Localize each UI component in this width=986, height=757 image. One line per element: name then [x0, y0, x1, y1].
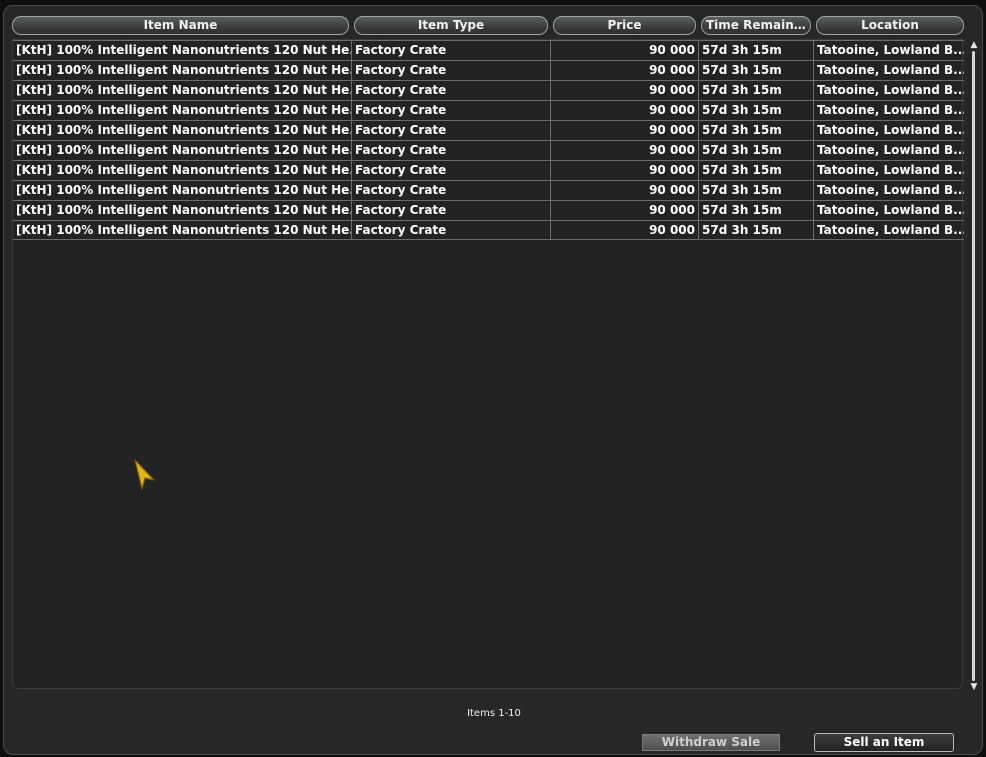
column-header-price[interactable]: Price — [553, 16, 696, 35]
cell-time-remaining: 57d 3h 15m — [699, 41, 814, 60]
table-row[interactable]: [KtH] 100% Intelligent Nanonutrients 120… — [13, 100, 964, 120]
scroll-down-arrow-icon[interactable]: ▼ — [968, 682, 980, 692]
table-row[interactable]: [KtH] 100% Intelligent Nanonutrients 120… — [13, 160, 964, 180]
sell-item-button[interactable]: Sell an Item — [814, 733, 954, 752]
items-count-label: Items 1-10 — [467, 708, 521, 719]
cell-item-type: Factory Crate — [352, 221, 551, 240]
cell-item-type: Factory Crate — [352, 161, 551, 180]
scroll-up-arrow-icon[interactable]: ▲ — [968, 40, 980, 50]
cell-location: Tatooine, Lowland B... — [817, 123, 964, 137]
cell-location: Tatooine, Lowland B... — [817, 203, 964, 217]
cell-time-remaining: 57d 3h 15m — [699, 221, 814, 240]
cell-location: Tatooine, Lowland B... — [817, 83, 964, 97]
cell-location: Tatooine, Lowland B... — [817, 63, 964, 77]
cell-location: Tatooine, Lowland B... — [817, 143, 964, 157]
cell-location: Tatooine, Lowland B... — [817, 163, 964, 177]
cell-item-type: Factory Crate — [352, 201, 551, 220]
cell-location: Tatooine, Lowland B... — [817, 103, 964, 117]
cell-time-remaining: 57d 3h 15m — [699, 201, 814, 220]
column-header-location[interactable]: Location — [816, 16, 964, 35]
cell-time-remaining: 57d 3h 15m — [699, 141, 814, 160]
cell-price: 90 000 — [551, 201, 699, 220]
column-header-item-name[interactable]: Item Name — [12, 16, 349, 35]
cell-time-remaining: 57d 3h 15m — [699, 161, 814, 180]
table-row[interactable]: [KtH] 100% Intelligent Nanonutrients 120… — [13, 180, 964, 200]
auction-window: Item Name Item Type Price Time Remaini..… — [3, 5, 983, 755]
cell-item-name: [KtH] 100% Intelligent Nanonutrients 120… — [13, 101, 352, 120]
cell-time-remaining: 57d 3h 15m — [699, 61, 814, 80]
table-row[interactable]: [KtH] 100% Intelligent Nanonutrients 120… — [13, 60, 964, 80]
cell-time-remaining: 57d 3h 15m — [699, 101, 814, 120]
cell-price: 90 000 — [551, 61, 699, 80]
cell-item-type: Factory Crate — [352, 61, 551, 80]
mouse-cursor-icon — [134, 459, 155, 490]
cell-item-name: [KtH] 100% Intelligent Nanonutrients 120… — [13, 221, 352, 240]
withdraw-sale-button[interactable]: Withdraw Sale — [642, 734, 780, 751]
cell-location: Tatooine, Lowland B... — [817, 183, 964, 197]
scroll-track[interactable] — [972, 51, 975, 681]
cell-price: 90 000 — [551, 121, 699, 140]
cell-time-remaining: 57d 3h 15m — [699, 81, 814, 100]
cell-price: 90 000 — [551, 141, 699, 160]
cell-item-name: [KtH] 100% Intelligent Nanonutrients 120… — [13, 81, 352, 100]
cell-location: Tatooine, Lowland B... — [817, 43, 964, 57]
cell-time-remaining: 57d 3h 15m — [699, 121, 814, 140]
cell-location: Tatooine, Lowland B... — [817, 223, 964, 237]
table-row[interactable]: [KtH] 100% Intelligent Nanonutrients 120… — [13, 140, 964, 160]
table-body: [KtH] 100% Intelligent Nanonutrients 120… — [13, 40, 964, 240]
table-row[interactable]: [KtH] 100% Intelligent Nanonutrients 120… — [13, 80, 964, 100]
cell-price: 90 000 — [551, 41, 699, 60]
cell-price: 90 000 — [551, 181, 699, 200]
column-header-time-remaining[interactable]: Time Remaini... — [701, 16, 811, 35]
cell-item-type: Factory Crate — [352, 101, 551, 120]
cell-item-name: [KtH] 100% Intelligent Nanonutrients 120… — [13, 41, 352, 60]
cell-item-name: [KtH] 100% Intelligent Nanonutrients 120… — [13, 61, 352, 80]
table-row[interactable]: [KtH] 100% Intelligent Nanonutrients 120… — [13, 120, 964, 140]
cell-price: 90 000 — [551, 221, 699, 240]
cell-item-name: [KtH] 100% Intelligent Nanonutrients 120… — [13, 161, 352, 180]
cell-time-remaining: 57d 3h 15m — [699, 181, 814, 200]
cell-price: 90 000 — [551, 161, 699, 180]
cell-item-name: [KtH] 100% Intelligent Nanonutrients 120… — [13, 181, 352, 200]
table-row[interactable]: [KtH] 100% Intelligent Nanonutrients 120… — [13, 200, 964, 220]
cell-item-name: [KtH] 100% Intelligent Nanonutrients 120… — [13, 121, 352, 140]
vertical-scrollbar[interactable]: ▲ ▼ — [968, 40, 980, 692]
cell-item-type: Factory Crate — [352, 41, 551, 60]
table-row[interactable]: [KtH] 100% Intelligent Nanonutrients 120… — [13, 220, 964, 240]
column-header-item-type[interactable]: Item Type — [354, 16, 548, 35]
listing-table: [KtH] 100% Intelligent Nanonutrients 120… — [12, 39, 964, 689]
table-row[interactable]: [KtH] 100% Intelligent Nanonutrients 120… — [13, 40, 964, 60]
cell-item-type: Factory Crate — [352, 81, 551, 100]
cell-item-name: [KtH] 100% Intelligent Nanonutrients 120… — [13, 201, 352, 220]
cell-item-type: Factory Crate — [352, 121, 551, 140]
cell-item-type: Factory Crate — [352, 181, 551, 200]
cell-price: 90 000 — [551, 101, 699, 120]
cell-item-name: [KtH] 100% Intelligent Nanonutrients 120… — [13, 141, 352, 160]
cell-price: 90 000 — [551, 81, 699, 100]
cell-item-type: Factory Crate — [352, 141, 551, 160]
